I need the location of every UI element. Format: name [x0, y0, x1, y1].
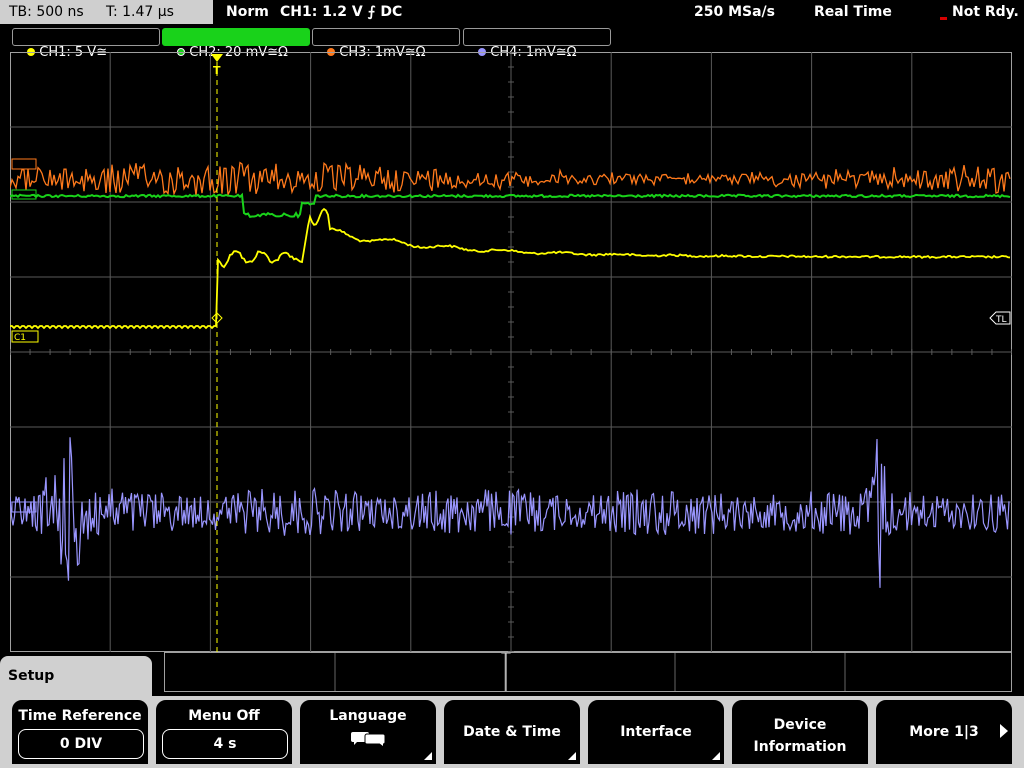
channel-tab-ch1[interactable]: CH1: 5 V≅: [12, 28, 160, 60]
trigger-position-marker[interactable]: T: [211, 54, 223, 77]
alert-mark: [940, 17, 947, 20]
softkey-label: Time Reference: [18, 708, 142, 724]
softkey-label: Date & Time: [463, 724, 561, 740]
trigger-marker-label: T: [213, 64, 221, 77]
channel-tab-ch2[interactable]: CH2: 20 mV≅Ω: [162, 28, 310, 60]
timebase-value: TB: 500 ns: [9, 4, 84, 20]
softkey-label: Device Information: [732, 714, 868, 758]
waveform-canvas: T C1 TL: [10, 52, 1012, 652]
speech-bubbles-icon: [351, 732, 385, 746]
ch2-waveform: [10, 192, 1011, 219]
softkey-label: Language: [329, 708, 407, 724]
channel-tab-ch4[interactable]: CH4: 1mV≅Ω: [463, 28, 611, 60]
next-page-arrow-icon: [1000, 724, 1008, 738]
softkey-more[interactable]: More 1|3: [874, 698, 1014, 766]
status-bar: TB: 500 ns T: 1.47 µs Norm CH1: 1.2 V ⨍ …: [0, 0, 1024, 26]
ch3-waveform: [10, 161, 1011, 198]
trigger-time-value: T: 1.47 µs: [105, 4, 174, 20]
ch1-waveform: [10, 207, 1011, 330]
menu-off-value: 4 s: [162, 729, 288, 759]
submenu-indicator: [712, 752, 720, 760]
softkey-date-time[interactable]: Date & Time: [442, 698, 582, 766]
ch1-marker-label: C1: [14, 333, 26, 343]
trigger-level-label: TL: [995, 315, 1007, 325]
softkey-language[interactable]: Language: [298, 698, 438, 766]
softkey-label: Interface: [620, 724, 692, 740]
submenu-indicator: [424, 752, 432, 760]
acquisition-mode: Real Time: [814, 4, 892, 20]
timebase-box[interactable]: TB: 500 ns T: 1.47 µs: [0, 0, 213, 24]
acquisition-state: Not Rdy.: [952, 4, 1019, 20]
channel-tab-ch3[interactable]: CH3: 1mV≅Ω: [312, 28, 460, 60]
overview-strip: [164, 652, 1012, 692]
softkey-label: More 1|3: [909, 724, 979, 740]
softkey-time-reference[interactable]: Time Reference 0 DIV: [10, 698, 150, 766]
ch3-offset-marker: [11, 158, 37, 170]
trigger-level-marker[interactable]: TL: [989, 311, 1011, 325]
menu-title-tab: Setup: [0, 656, 152, 696]
softkey-interface[interactable]: Interface: [586, 698, 726, 766]
softkey-label: Menu Off: [188, 708, 260, 724]
submenu-indicator: [568, 752, 576, 760]
ch4-waveform: [10, 437, 1010, 588]
softkey-menu-off[interactable]: Menu Off 4 s: [154, 698, 294, 766]
time-reference-value: 0 DIV: [18, 729, 144, 759]
softkey-label-line2: Information: [753, 739, 847, 755]
trigger-mode[interactable]: Norm: [226, 2, 269, 22]
trigger-source[interactable]: CH1: 1.2 V ⨍ DC: [280, 2, 402, 22]
ch1-offset-marker[interactable]: C1: [11, 330, 39, 343]
softkey-label-line1: Device: [773, 717, 827, 733]
sample-rate: 250 MSa/s: [694, 4, 776, 20]
softkey-device-information[interactable]: Device Information: [730, 698, 870, 766]
